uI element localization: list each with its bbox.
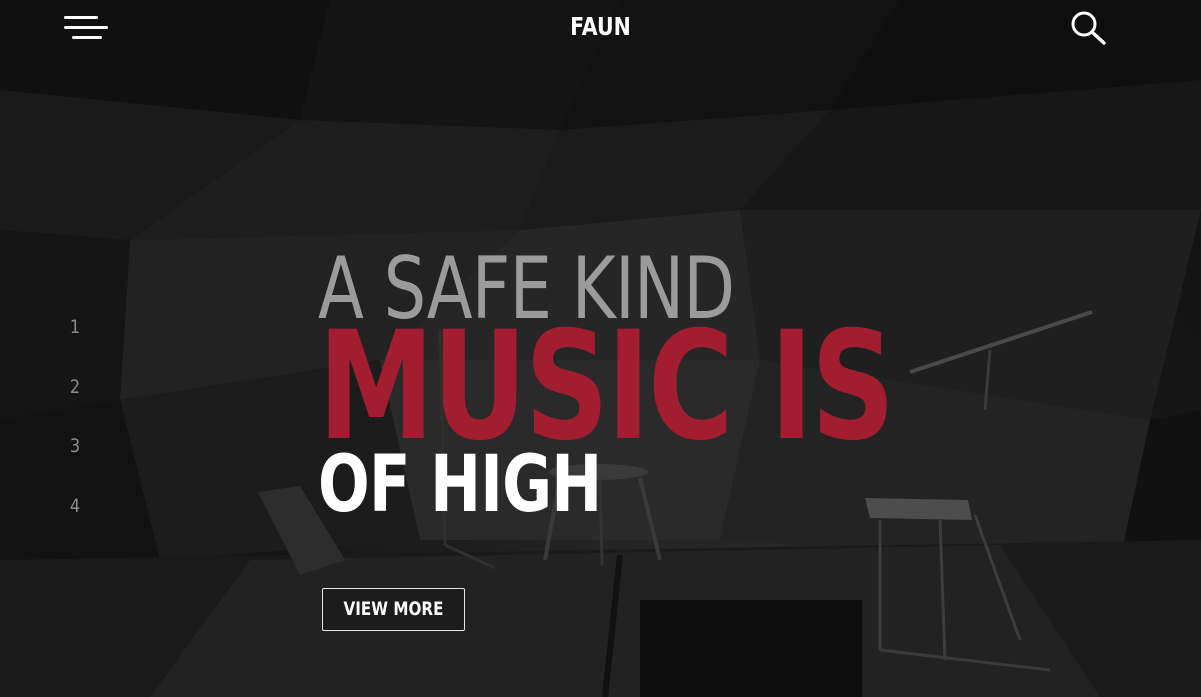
hamburger-menu-icon	[64, 16, 98, 19]
menu-button[interactable]	[64, 14, 110, 42]
hero-headline: A SAFE KIND MUSIC IS OF HIGH	[318, 246, 895, 524]
brand-logo[interactable]: FAUN	[108, 12, 1093, 41]
view-more-label: VIEW MORE	[343, 598, 444, 620]
slide-number-1[interactable]: 1	[62, 310, 88, 370]
search-button[interactable]	[1070, 10, 1108, 46]
hero-section: FAUN 1 2 3 4 A SAFE KIND MUSIC IS OF HIG…	[0, 0, 1201, 697]
slide-number-2[interactable]: 2	[62, 370, 88, 430]
slider-pagination: 1 2 3 4	[60, 310, 90, 548]
slide-number-4[interactable]: 4	[62, 489, 88, 549]
headline-line-2: MUSIC IS	[318, 300, 895, 474]
search-icon	[1071, 11, 1106, 45]
hamburger-line	[64, 26, 108, 29]
slide-number-3[interactable]: 3	[62, 429, 88, 489]
hamburger-line	[72, 36, 102, 39]
view-more-button[interactable]: VIEW MORE	[322, 588, 465, 631]
